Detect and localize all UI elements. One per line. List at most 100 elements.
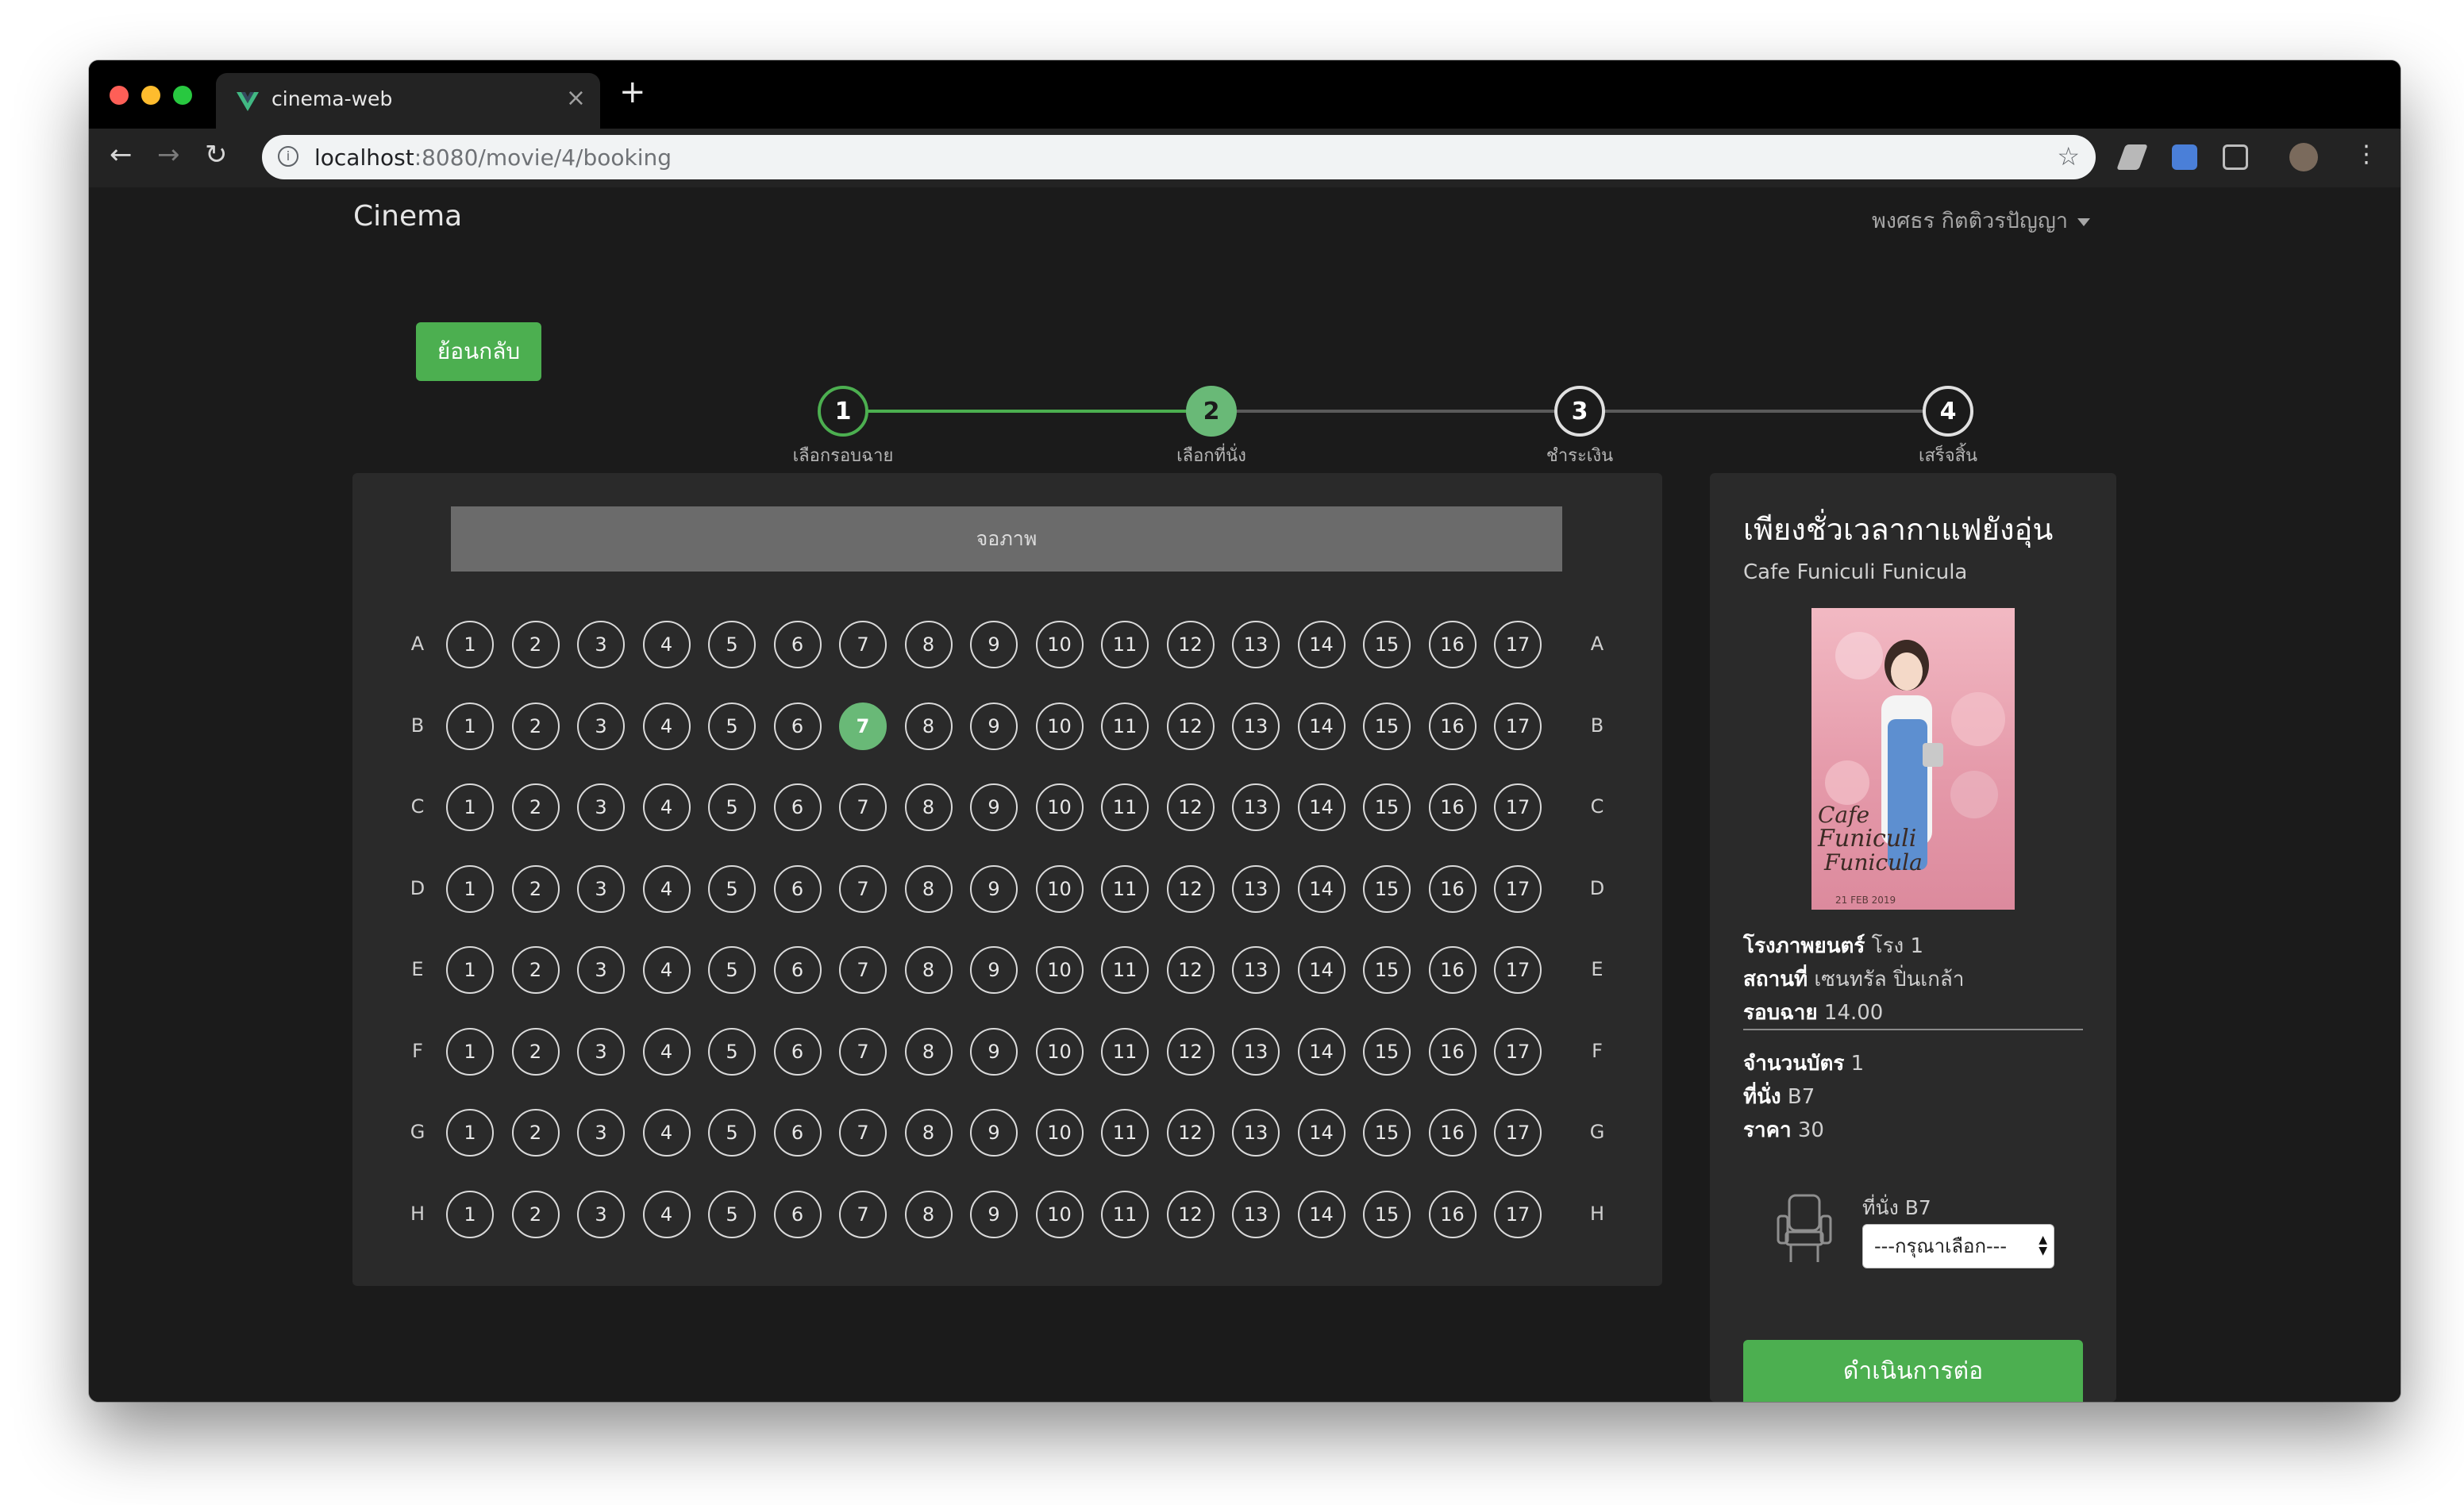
seat-a1[interactable]: 1 — [446, 621, 494, 668]
seat-d11[interactable]: 11 — [1101, 864, 1149, 913]
seat-b1[interactable]: 1 — [446, 702, 494, 750]
tab-close-icon[interactable]: × — [566, 84, 586, 112]
seat-f4[interactable]: 4 — [642, 1027, 691, 1076]
seat-a17[interactable]: 17 — [1494, 621, 1542, 668]
seat-f12[interactable]: 12 — [1166, 1027, 1215, 1076]
seat-f8[interactable]: 8 — [904, 1027, 953, 1076]
seat-d3[interactable]: 3 — [577, 864, 625, 913]
browser-tab[interactable]: cinema-web × — [216, 73, 600, 129]
seat-g16[interactable]: 16 — [1428, 1109, 1476, 1157]
seat-d16[interactable]: 16 — [1428, 864, 1476, 913]
seat-e15[interactable]: 15 — [1363, 946, 1411, 994]
translate-extension-icon[interactable] — [2172, 144, 2197, 170]
seat-b13[interactable]: 13 — [1232, 702, 1280, 750]
seat-b10[interactable]: 10 — [1035, 702, 1084, 750]
seat-f2[interactable]: 2 — [511, 1027, 560, 1076]
seat-e6[interactable]: 6 — [773, 946, 822, 994]
seat-e9[interactable]: 9 — [970, 946, 1018, 994]
seat-h9[interactable]: 9 — [970, 1190, 1018, 1238]
seat-d1[interactable]: 1 — [446, 864, 494, 913]
back-arrow-icon[interactable]: ← — [110, 141, 133, 168]
seat-a7[interactable]: 7 — [839, 621, 887, 668]
seat-e12[interactable]: 12 — [1166, 946, 1215, 994]
seat-d14[interactable]: 14 — [1297, 864, 1346, 913]
seat-e5[interactable]: 5 — [708, 946, 756, 994]
seat-e7[interactable]: 7 — [839, 946, 887, 994]
seat-d10[interactable]: 10 — [1035, 864, 1084, 913]
seat-g13[interactable]: 13 — [1232, 1109, 1280, 1157]
seat-e1[interactable]: 1 — [446, 946, 494, 994]
seat-h1[interactable]: 1 — [446, 1190, 494, 1238]
seat-g6[interactable]: 6 — [773, 1109, 822, 1157]
continue-button[interactable]: ดำเนินการต่อ — [1743, 1340, 2083, 1402]
seat-h3[interactable]: 3 — [577, 1190, 625, 1238]
seat-g10[interactable]: 10 — [1035, 1109, 1084, 1157]
seat-g8[interactable]: 8 — [904, 1109, 953, 1157]
user-menu[interactable]: พงศธร กิตติวรปัญญา — [1872, 203, 2091, 237]
seat-b2[interactable]: 2 — [511, 702, 560, 750]
seat-b14[interactable]: 14 — [1297, 702, 1346, 750]
seat-h2[interactable]: 2 — [511, 1190, 560, 1238]
seat-h10[interactable]: 10 — [1035, 1190, 1084, 1238]
seat-a9[interactable]: 9 — [970, 621, 1018, 668]
seat-g1[interactable]: 1 — [446, 1109, 494, 1157]
seat-d4[interactable]: 4 — [642, 864, 691, 913]
seat-f1[interactable]: 1 — [446, 1027, 494, 1076]
seat-e13[interactable]: 13 — [1232, 946, 1280, 994]
seat-h17[interactable]: 17 — [1494, 1190, 1542, 1238]
seat-f3[interactable]: 3 — [577, 1027, 625, 1076]
seat-b9[interactable]: 9 — [970, 702, 1018, 750]
seat-g9[interactable]: 9 — [970, 1109, 1018, 1157]
seat-e14[interactable]: 14 — [1297, 946, 1346, 994]
app-brand[interactable]: Cinema — [353, 200, 462, 233]
seat-d2[interactable]: 2 — [511, 864, 560, 913]
maximize-window-button[interactable] — [173, 86, 192, 105]
seat-c17[interactable]: 17 — [1494, 783, 1542, 831]
seat-c13[interactable]: 13 — [1232, 783, 1280, 831]
close-window-button[interactable] — [110, 86, 129, 105]
seat-b6[interactable]: 6 — [773, 702, 822, 750]
seat-e8[interactable]: 8 — [904, 946, 953, 994]
seat-b5[interactable]: 5 — [708, 702, 756, 750]
seat-e17[interactable]: 17 — [1494, 946, 1542, 994]
seat-a11[interactable]: 11 — [1101, 621, 1149, 668]
seat-c8[interactable]: 8 — [904, 783, 953, 831]
seat-a10[interactable]: 10 — [1035, 621, 1084, 668]
seat-h7[interactable]: 7 — [839, 1190, 887, 1238]
seat-e10[interactable]: 10 — [1035, 946, 1084, 994]
seat-d12[interactable]: 12 — [1166, 864, 1215, 913]
seat-h6[interactable]: 6 — [773, 1190, 822, 1238]
seat-g4[interactable]: 4 — [642, 1109, 691, 1157]
seat-c14[interactable]: 14 — [1297, 783, 1346, 831]
seat-h4[interactable]: 4 — [642, 1190, 691, 1238]
seat-g2[interactable]: 2 — [511, 1109, 560, 1157]
seat-h5[interactable]: 5 — [708, 1190, 756, 1238]
seat-g12[interactable]: 12 — [1166, 1109, 1215, 1157]
site-info-icon[interactable]: i — [278, 146, 298, 167]
forward-arrow-icon[interactable]: → — [157, 141, 180, 168]
seat-b7[interactable]: 7 — [839, 702, 887, 750]
seat-b15[interactable]: 15 — [1363, 702, 1411, 750]
ticket-type-select[interactable]: ---กรุณาเลือก--- ▲ ▼ — [1862, 1224, 2054, 1268]
seat-d17[interactable]: 17 — [1494, 864, 1542, 913]
seat-c15[interactable]: 15 — [1363, 783, 1411, 831]
seat-c1[interactable]: 1 — [446, 783, 494, 831]
back-button[interactable]: ย้อนกลับ — [416, 322, 541, 381]
seat-c10[interactable]: 10 — [1035, 783, 1084, 831]
seat-c5[interactable]: 5 — [708, 783, 756, 831]
seat-f9[interactable]: 9 — [970, 1027, 1018, 1076]
seat-c12[interactable]: 12 — [1166, 783, 1215, 831]
seat-d5[interactable]: 5 — [708, 864, 756, 913]
drive-extension-icon[interactable] — [2116, 144, 2148, 170]
seat-f16[interactable]: 16 — [1428, 1027, 1476, 1076]
seat-f11[interactable]: 11 — [1101, 1027, 1149, 1076]
seat-f7[interactable]: 7 — [839, 1027, 887, 1076]
reload-icon[interactable]: ↻ — [205, 141, 228, 168]
seat-e4[interactable]: 4 — [642, 946, 691, 994]
seat-c9[interactable]: 9 — [970, 783, 1018, 831]
seat-g5[interactable]: 5 — [708, 1109, 756, 1157]
seat-g11[interactable]: 11 — [1101, 1109, 1149, 1157]
minimize-window-button[interactable] — [141, 86, 160, 105]
seat-a15[interactable]: 15 — [1363, 621, 1411, 668]
seat-h16[interactable]: 16 — [1428, 1190, 1476, 1238]
